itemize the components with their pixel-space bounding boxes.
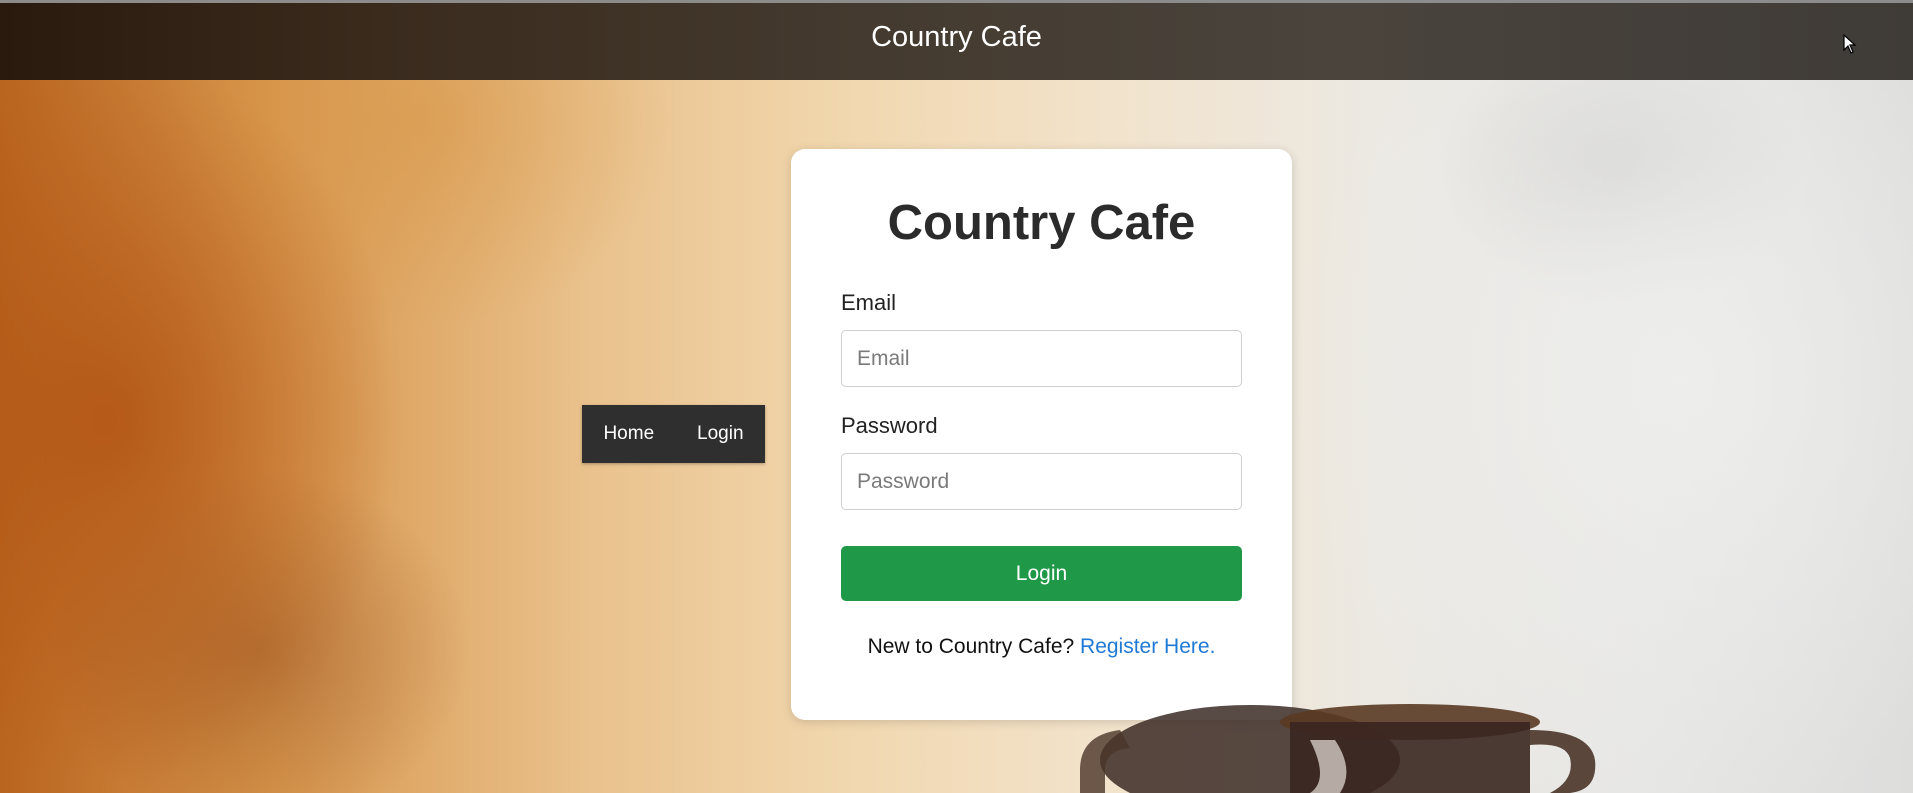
register-prompt-line: New to Country Cafe? Register Here.: [841, 635, 1242, 659]
coffee-cups-image: [1080, 704, 1596, 793]
nav-link-home[interactable]: Home: [603, 423, 654, 445]
register-prompt-text: New to Country Cafe?: [867, 635, 1075, 658]
top-navbar: Country Cafe: [0, 0, 1913, 80]
login-card-title: Country Cafe: [887, 196, 1196, 250]
email-label: Email: [841, 290, 897, 315]
login-card: Country Cafe Email Password Login New to…: [791, 149, 1292, 720]
login-button[interactable]: Login: [841, 546, 1242, 601]
register-link[interactable]: Register Here.: [1080, 635, 1215, 658]
nav-link-login[interactable]: Login: [697, 423, 744, 445]
navbar-brand-title[interactable]: Country Cafe: [0, 21, 1913, 54]
password-input[interactable]: [841, 453, 1242, 510]
page-background: Country Cafe Home Login Country Cafe Ema…: [0, 0, 1913, 793]
password-label: Password: [841, 413, 938, 438]
side-nav-menu: Home Login: [582, 405, 765, 463]
email-input[interactable]: [841, 330, 1242, 387]
